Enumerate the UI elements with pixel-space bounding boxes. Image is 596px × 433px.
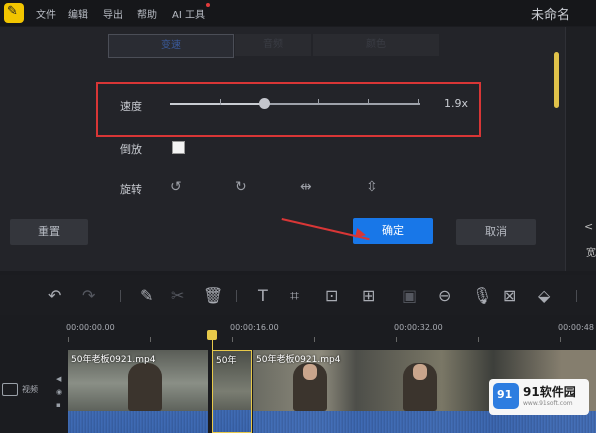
speed-value: 1.9x	[444, 97, 469, 110]
toolbar-divider	[576, 290, 577, 302]
reverse-label: 倒放	[120, 143, 142, 156]
redo-icon[interactable]: ↷	[82, 286, 95, 305]
track-label: 视频	[22, 385, 38, 394]
rotate-right-icon[interactable]: ↻	[235, 179, 247, 195]
text-icon[interactable]: T	[258, 286, 268, 305]
watermark-text: 91软件园	[523, 385, 576, 399]
clip-thumbnail-face	[303, 364, 317, 380]
cut-icon[interactable]: ✂	[171, 286, 184, 305]
mosaic-icon[interactable]: ⊞	[362, 286, 375, 305]
app-logo: ✎	[4, 3, 24, 23]
speed-label: 速度	[120, 100, 142, 113]
menu-help[interactable]: 帮助	[137, 6, 157, 21]
playhead-line	[212, 333, 213, 433]
flip-vertical-icon[interactable]: ⇳	[366, 179, 378, 195]
ruler-tick	[560, 337, 561, 342]
freeze-frame-icon[interactable]: ▣	[402, 286, 417, 305]
speed-icon[interactable]: ⊖	[438, 286, 451, 305]
menu-edit[interactable]: 编辑	[68, 6, 88, 21]
menu-bar	[0, 0, 596, 26]
ruler-tick	[478, 337, 479, 342]
timestamp: 00:00:16.00	[230, 323, 279, 332]
fill-icon[interactable]: ⬙	[538, 286, 550, 305]
rotate-label: 旋转	[120, 183, 142, 196]
slider-tick	[318, 99, 319, 105]
playhead-handle[interactable]	[207, 330, 217, 340]
watermark-logo: 91	[493, 383, 519, 409]
menu-ai-tools[interactable]: AI 工具	[172, 6, 205, 21]
toolbar-divider	[236, 290, 237, 302]
undo-icon[interactable]: ↶	[48, 286, 61, 305]
screenshot-icon[interactable]: ⊠	[503, 286, 516, 305]
timestamp: 00:00:00.00	[66, 323, 115, 332]
video-clip[interactable]: 50年老板0921.mp4	[68, 350, 208, 433]
slider-tick	[220, 99, 221, 105]
crop-icon[interactable]: ⌗	[290, 286, 299, 306]
microphone-icon[interactable]: 🎙	[472, 286, 492, 305]
audio-waveform	[68, 411, 208, 433]
slider-tick	[368, 99, 369, 105]
document-title: 未命名	[530, 8, 570, 23]
tab-color[interactable]: 颜色	[313, 34, 439, 56]
watermark-url: www.91soft.com	[523, 400, 573, 407]
timestamp: 00:00:32.00	[394, 323, 443, 332]
rotate-left-icon[interactable]: ↺	[170, 179, 182, 195]
resize-icon[interactable]: ⊡	[325, 286, 338, 305]
timestamp: 00:00:48	[558, 323, 594, 332]
speed-slider-fill	[170, 103, 264, 105]
ruler-tick	[314, 337, 315, 342]
reset-button[interactable]: 重置	[10, 219, 88, 245]
clip-name: 50年老板0921.mp4	[71, 355, 156, 365]
clip-name: 50年	[216, 356, 237, 366]
right-panel-label: 宽	[586, 248, 596, 259]
clip-thumbnail	[128, 363, 162, 411]
speed-highlight-box	[96, 82, 481, 137]
clip-thumbnail-face	[413, 364, 427, 380]
reverse-checkbox[interactable]	[172, 141, 185, 154]
tab-audio[interactable]: 音频	[235, 34, 311, 56]
cancel-button[interactable]: 取消	[456, 219, 536, 245]
volume-icon[interactable]: ◀	[56, 375, 61, 383]
visibility-icon[interactable]: ◉	[56, 388, 62, 396]
ruler-tick	[232, 337, 233, 342]
ruler-tick	[396, 337, 397, 342]
menu-export[interactable]: 导出	[103, 6, 123, 21]
video-track-icon	[2, 383, 18, 396]
video-clip-selected[interactable]: 50年	[212, 350, 252, 433]
lock-icon[interactable]: ▪	[56, 401, 61, 409]
slider-tick	[418, 99, 419, 105]
audio-waveform	[213, 410, 251, 432]
right-side-panel	[566, 27, 596, 271]
pen-icon[interactable]: ✎	[140, 286, 153, 305]
clip-name: 50年老板0921.mp4	[256, 355, 341, 365]
delete-icon[interactable]: 🗑	[203, 286, 223, 305]
panel-scrollbar[interactable]	[554, 52, 559, 108]
ruler-tick	[68, 337, 69, 342]
tab-speed[interactable]: 变速	[108, 34, 234, 58]
menu-file[interactable]: 文件	[36, 6, 56, 21]
new-badge-dot	[206, 3, 210, 7]
speed-slider-handle[interactable]	[258, 98, 270, 109]
toolbar-divider	[120, 290, 121, 302]
flip-horizontal-icon[interactable]: ⇹	[300, 179, 312, 195]
collapse-arrow-icon[interactable]: <	[584, 220, 593, 233]
ruler-tick	[150, 337, 151, 342]
